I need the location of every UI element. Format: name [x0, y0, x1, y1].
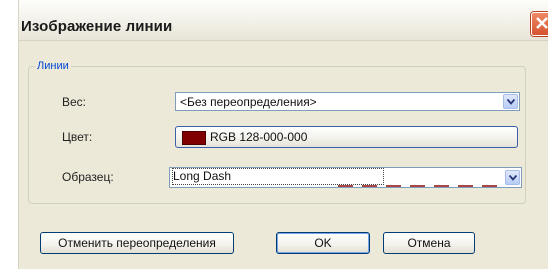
weight-dropdown-button[interactable]: [503, 94, 518, 109]
color-value: RGB 128-000-000: [210, 130, 308, 144]
weight-value: <Без переопределения>: [180, 95, 317, 109]
close-button[interactable]: [531, 12, 548, 36]
weight-select[interactable]: <Без переопределения>: [175, 92, 520, 111]
group-legend: Линии: [37, 60, 69, 72]
color-picker-button[interactable]: RGB 128-000-000: [175, 126, 518, 148]
color-label: Цвет:: [62, 130, 93, 144]
title-bar: Изображение линии: [19, 0, 548, 41]
weight-label: Вес:: [62, 95, 87, 109]
ok-button[interactable]: OK: [276, 232, 370, 254]
pattern-dropdown-button[interactable]: [505, 170, 520, 185]
pattern-select[interactable]: Long Dash: [169, 167, 522, 188]
dialog-title: Изображение линии: [21, 18, 173, 35]
cancel-button[interactable]: Отмена: [383, 232, 475, 254]
reset-overrides-button[interactable]: Отменить переопределения: [40, 232, 234, 254]
pattern-label: Образец:: [62, 170, 114, 184]
long-dash-preview: [338, 175, 500, 193]
color-swatch: [182, 131, 206, 145]
